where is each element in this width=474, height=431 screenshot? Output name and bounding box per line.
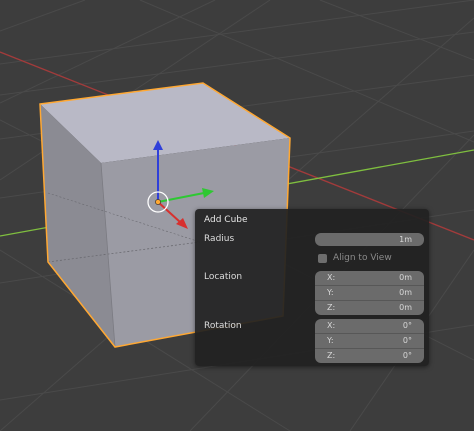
rotation-x-value: 0°	[402, 321, 412, 330]
location-z-field[interactable]: Z: 0m	[315, 301, 424, 315]
rotation-y-field[interactable]: Y: 0°	[315, 334, 424, 349]
radius-label: Radius	[204, 234, 235, 244]
location-y-label: Y:	[327, 288, 334, 297]
radius-field[interactable]: 1m	[315, 233, 424, 246]
location-z-value: 0m	[399, 303, 412, 312]
align-to-view-checkbox[interactable]	[318, 254, 327, 263]
rotation-y-label: Y:	[327, 336, 334, 345]
3d-viewport[interactable]: Add Cube Radius 1m Align to View Locatio…	[0, 0, 474, 431]
rotation-z-label: Z:	[327, 351, 336, 360]
location-vector[interactable]: X: 0m Y: 0m Z: 0m	[315, 271, 424, 315]
rotation-z-value: 0°	[402, 351, 412, 360]
object-origin	[155, 199, 161, 205]
rotation-label: Rotation	[204, 321, 242, 331]
location-y-field[interactable]: Y: 0m	[315, 286, 424, 301]
rotation-x-field[interactable]: X: 0°	[315, 319, 424, 334]
location-z-label: Z:	[327, 303, 336, 312]
rotation-vector[interactable]: X: 0° Y: 0° Z: 0°	[315, 319, 424, 363]
rotation-y-value: 0°	[402, 336, 412, 345]
location-y-value: 0m	[399, 288, 412, 297]
location-x-field[interactable]: X: 0m	[315, 271, 424, 286]
radius-value: 1m	[399, 235, 412, 244]
location-x-label: X:	[327, 273, 336, 282]
location-label: Location	[204, 272, 243, 282]
rotation-z-field[interactable]: Z: 0°	[315, 349, 424, 363]
location-x-value: 0m	[399, 273, 412, 282]
align-to-view-label[interactable]: Align to View	[333, 253, 392, 263]
add-cube-operator-panel[interactable]: Add Cube Radius 1m Align to View Locatio…	[195, 209, 429, 366]
rotation-x-label: X:	[327, 321, 336, 330]
panel-title: Add Cube	[204, 215, 248, 225]
